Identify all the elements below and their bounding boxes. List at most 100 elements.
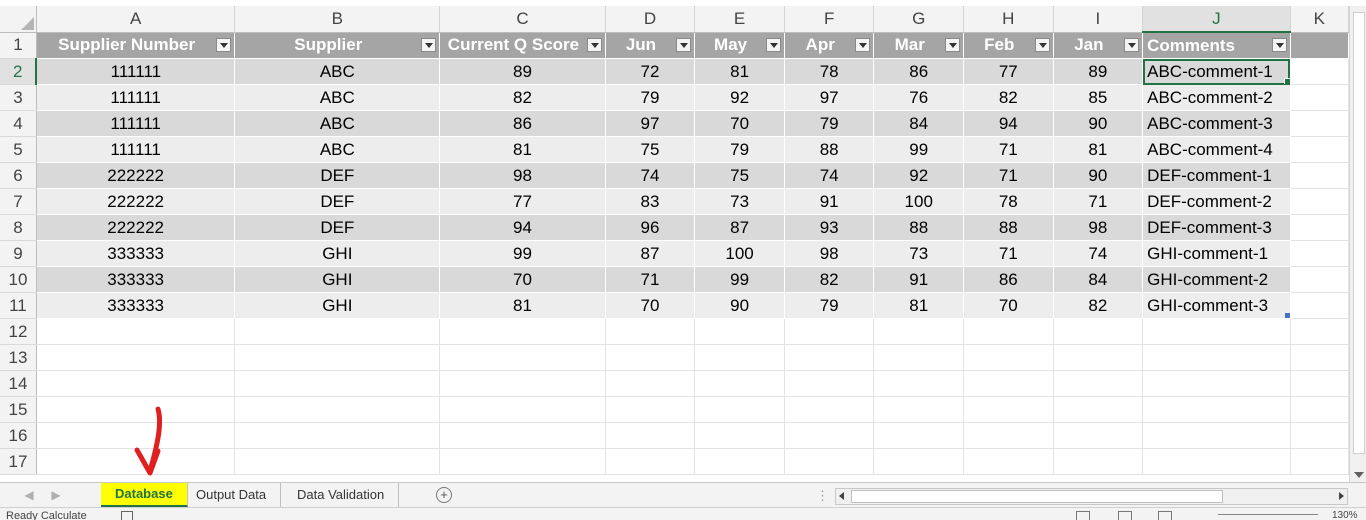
empty-cell[interactable]	[873, 448, 965, 475]
row-header[interactable]: 16	[0, 422, 37, 449]
cell-h6[interactable]: 71	[963, 162, 1054, 189]
column-header-j[interactable]: J	[1142, 6, 1291, 33]
empty-cell[interactable]	[36, 344, 236, 371]
empty-cell[interactable]	[873, 344, 965, 371]
cell-c4[interactable]: 86	[439, 110, 606, 137]
scroll-left-arrow-icon[interactable]	[839, 492, 844, 500]
filter-dropdown-icon[interactable]	[676, 37, 692, 52]
cell-c11[interactable]: 81	[439, 292, 606, 319]
cell-i8[interactable]: 98	[1053, 214, 1144, 241]
empty-cell[interactable]	[1290, 448, 1349, 475]
empty-cell[interactable]	[1290, 162, 1349, 189]
cell-j6[interactable]: DEF-comment-1	[1142, 162, 1291, 189]
cell-d4[interactable]: 97	[605, 110, 696, 137]
table-header-cell[interactable]: Supplier	[234, 32, 441, 59]
cell-h8[interactable]: 88	[963, 214, 1054, 241]
cell-g9[interactable]: 73	[873, 240, 965, 267]
cell-d2[interactable]: 72	[605, 58, 696, 85]
cell-i2[interactable]: 89	[1053, 58, 1144, 85]
empty-cell[interactable]	[234, 318, 441, 345]
empty-cell[interactable]	[1290, 318, 1349, 345]
cell-h4[interactable]: 94	[963, 110, 1054, 137]
empty-cell[interactable]	[694, 344, 785, 371]
filter-dropdown-icon[interactable]	[765, 37, 781, 52]
empty-cell[interactable]	[1142, 344, 1291, 371]
empty-cell[interactable]	[1053, 318, 1144, 345]
empty-cell[interactable]	[234, 422, 441, 449]
cell-d8[interactable]: 96	[605, 214, 696, 241]
row-header[interactable]: 14	[0, 370, 37, 397]
cell-a9[interactable]: 333333	[36, 240, 236, 267]
column-header-a[interactable]: A	[36, 6, 236, 33]
cell-j10[interactable]: GHI-comment-2	[1142, 266, 1291, 293]
cell-g6[interactable]: 92	[873, 162, 965, 189]
empty-cell[interactable]	[694, 448, 785, 475]
empty-cell[interactable]	[605, 448, 696, 475]
cell-c7[interactable]: 77	[439, 188, 606, 215]
cell-a8[interactable]: 222222	[36, 214, 236, 241]
filter-dropdown-icon[interactable]	[855, 37, 871, 52]
empty-cell[interactable]	[873, 318, 965, 345]
cell-c9[interactable]: 99	[439, 240, 606, 267]
empty-cell[interactable]	[1290, 396, 1349, 423]
cell-f3[interactable]: 97	[784, 84, 875, 111]
cell-e5[interactable]: 79	[694, 136, 785, 163]
column-header-k[interactable]: K	[1290, 6, 1349, 33]
cell-b11[interactable]: GHI	[234, 292, 441, 319]
cell-g3[interactable]: 76	[873, 84, 965, 111]
empty-cell[interactable]	[784, 344, 875, 371]
empty-cell[interactable]	[234, 396, 441, 423]
empty-cell[interactable]	[873, 396, 965, 423]
row-header[interactable]: 3	[0, 84, 37, 111]
cell-e4[interactable]: 70	[694, 110, 785, 137]
empty-cell[interactable]	[1290, 266, 1349, 293]
cell-f11[interactable]: 79	[784, 292, 875, 319]
filter-dropdown-icon[interactable]	[1124, 37, 1140, 52]
row-header[interactable]: 15	[0, 396, 37, 423]
cell-j2[interactable]: ABC-comment-1	[1142, 58, 1291, 85]
tab-split-handle[interactable]: ⋮	[816, 483, 829, 508]
cell-h11[interactable]: 70	[963, 292, 1054, 319]
cell-i11[interactable]: 82	[1053, 292, 1144, 319]
cell-i5[interactable]: 81	[1053, 136, 1144, 163]
cell-b5[interactable]: ABC	[234, 136, 441, 163]
empty-cell[interactable]	[1053, 396, 1144, 423]
empty-cell[interactable]	[963, 370, 1054, 397]
sheet-tab-database[interactable]: Database	[101, 483, 188, 507]
cell-j4[interactable]: ABC-comment-3	[1142, 110, 1291, 137]
cell-a10[interactable]: 333333	[36, 266, 236, 293]
scroll-left-icon[interactable]: ◀	[20, 483, 38, 508]
empty-cell[interactable]	[605, 318, 696, 345]
cell-e10[interactable]: 99	[694, 266, 785, 293]
empty-cell[interactable]	[1053, 422, 1144, 449]
row-header[interactable]: 1	[0, 32, 37, 59]
empty-cell[interactable]	[1290, 370, 1349, 397]
empty-cell[interactable]	[234, 370, 441, 397]
select-all-corner[interactable]	[0, 6, 37, 33]
cell-f10[interactable]: 82	[784, 266, 875, 293]
cell-f5[interactable]: 88	[784, 136, 875, 163]
horizontal-scroll-thumb[interactable]	[851, 490, 1223, 503]
cell-c6[interactable]: 98	[439, 162, 606, 189]
empty-cell[interactable]	[963, 422, 1054, 449]
empty-cell[interactable]	[1053, 448, 1144, 475]
cell-d9[interactable]: 87	[605, 240, 696, 267]
empty-cell[interactable]	[1290, 110, 1349, 137]
cell-i9[interactable]: 74	[1053, 240, 1144, 267]
column-header-g[interactable]: G	[873, 6, 965, 33]
cell-b2[interactable]: ABC	[234, 58, 441, 85]
cell-e9[interactable]: 100	[694, 240, 785, 267]
cell-j7[interactable]: DEF-comment-2	[1142, 188, 1291, 215]
empty-cell[interactable]	[873, 370, 965, 397]
table-header-cell[interactable]: Apr	[784, 32, 875, 59]
empty-cell[interactable]	[963, 448, 1054, 475]
table-header-cell[interactable]: Jun	[605, 32, 696, 59]
cell-c3[interactable]: 82	[439, 84, 606, 111]
cell-g10[interactable]: 91	[873, 266, 965, 293]
vertical-scrollbar[interactable]	[1349, 6, 1366, 482]
empty-cell[interactable]	[1290, 58, 1349, 85]
cell-a6[interactable]: 222222	[36, 162, 236, 189]
empty-cell[interactable]	[1142, 422, 1291, 449]
empty-cell[interactable]	[1142, 396, 1291, 423]
row-header[interactable]: 10	[0, 266, 37, 293]
